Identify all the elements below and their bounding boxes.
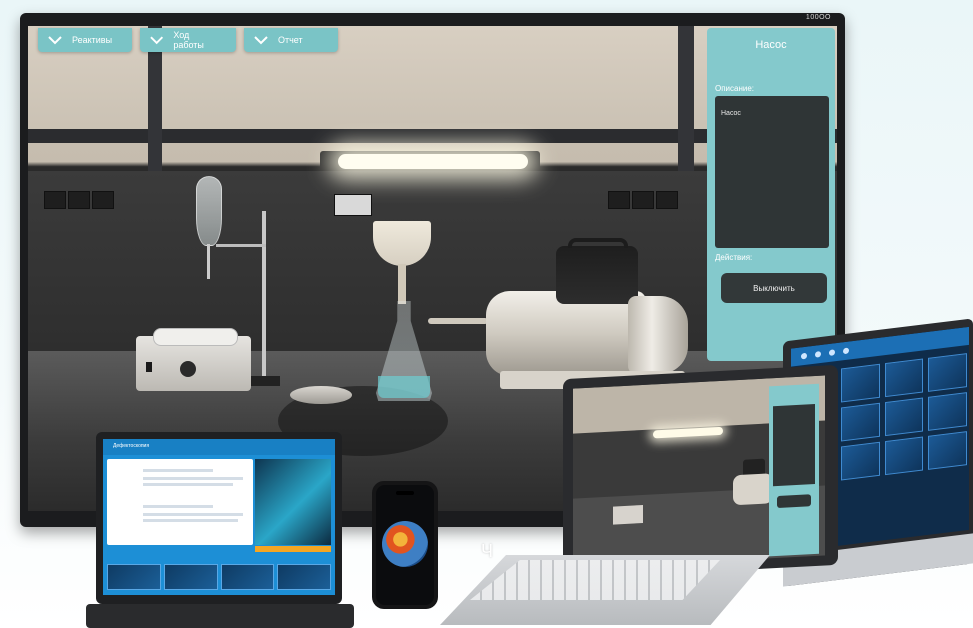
task-card <box>107 459 253 545</box>
description-box: Насос <box>715 96 829 248</box>
card-text-line <box>143 513 243 516</box>
start-button[interactable] <box>255 546 331 552</box>
card-text-line <box>143 519 238 522</box>
panel-title: Насос <box>755 39 787 51</box>
smartphone <box>372 481 438 609</box>
catalog-tile[interactable] <box>928 353 967 392</box>
wall-socket <box>92 191 114 209</box>
wall-socket <box>632 191 654 209</box>
card-text-line <box>143 477 243 480</box>
catalog-tile[interactable] <box>928 431 967 470</box>
stirrer-plate <box>153 328 238 346</box>
magnetic-stirrer[interactable] <box>613 505 643 525</box>
model-strip <box>107 564 331 590</box>
catalog-tile[interactable] <box>884 436 924 476</box>
chevron-down-icon <box>48 35 62 44</box>
tablet-keyboard <box>86 604 354 628</box>
catalog-tile[interactable] <box>840 441 880 481</box>
model-thumbnail[interactable] <box>163 564 218 590</box>
model-thumbnail[interactable] <box>107 564 161 590</box>
reagents-label: Реактивы <box>72 35 113 45</box>
tablet-title: Дефектоскопия <box>113 443 150 449</box>
wall-switch <box>334 194 372 216</box>
stirrer-switch[interactable] <box>146 362 152 372</box>
description-box <box>773 403 815 487</box>
top-toolbar: Реактивы Ход работы Отчет <box>38 28 338 52</box>
earth-layers-model[interactable] <box>382 521 428 567</box>
stand-clamp <box>216 244 266 247</box>
chevron-down-icon <box>254 35 268 44</box>
laptop-lab <box>563 364 838 580</box>
stirrer-knob[interactable] <box>180 361 196 377</box>
filter-icon[interactable] <box>815 350 821 358</box>
tablet-screen: Дефектоскопия <box>103 439 335 595</box>
model-thumbnail[interactable] <box>220 564 275 590</box>
turn-off-button[interactable]: Выключить <box>721 273 827 303</box>
catalog-tile[interactable] <box>840 363 880 403</box>
card-text-line <box>143 483 233 486</box>
tablet: Дефектоскопия <box>96 432 342 604</box>
search-icon[interactable] <box>829 349 835 357</box>
card-text-line <box>143 505 213 508</box>
keyboard-letter: Ч <box>481 541 493 561</box>
model-thumbnail[interactable] <box>277 564 331 590</box>
object-info-panel: Насос Описание: Насос Действия: Выключит… <box>707 28 835 361</box>
wall-socket <box>656 191 678 209</box>
catalog-tile[interactable] <box>884 397 924 437</box>
flask-liquid <box>378 376 430 398</box>
pump-motor <box>628 296 688 374</box>
catalog-tile[interactable] <box>840 402 880 442</box>
chevron-down-icon <box>150 35 164 44</box>
description-label: Описание: <box>715 84 755 93</box>
catalog-tile[interactable] <box>884 358 924 398</box>
turn-off-button[interactable] <box>777 494 811 508</box>
actions-label: Действия: <box>715 253 753 262</box>
wall-socket <box>44 191 66 209</box>
menu-icon[interactable] <box>801 352 807 360</box>
user-icon[interactable] <box>843 347 849 355</box>
object-info-panel <box>769 383 819 557</box>
phone-screen <box>376 485 434 605</box>
turbine-3d-model[interactable] <box>255 459 331 545</box>
lab-stand-base <box>250 376 280 386</box>
reagents-dropdown[interactable]: Реактивы <box>38 28 132 52</box>
pump-handle <box>568 238 628 248</box>
display-brand: 100ОО <box>805 14 831 21</box>
funnel-stem <box>207 244 210 279</box>
workflow-dropdown[interactable]: Ход работы <box>140 28 236 52</box>
workflow-label: Ход работы <box>173 30 204 50</box>
evaporating-dish[interactable] <box>290 386 352 404</box>
wall-socket <box>608 191 630 209</box>
vacuum-hose <box>428 318 488 324</box>
catalog-tile[interactable] <box>928 392 967 431</box>
separatory-funnel[interactable] <box>196 176 222 246</box>
description-text: Насос <box>721 110 741 117</box>
card-text-line <box>143 469 213 472</box>
wall-socket <box>68 191 90 209</box>
lab-stand[interactable] <box>262 211 266 381</box>
phone-notch <box>396 491 414 495</box>
laptop-lab-screen <box>573 375 825 569</box>
vacuum-pump[interactable] <box>733 473 773 506</box>
tablet-topbar: Дефектоскопия <box>103 439 335 455</box>
report-dropdown[interactable]: Отчет <box>244 28 338 52</box>
buchner-stem <box>398 264 406 304</box>
report-label: Отчет <box>278 35 303 45</box>
pump-top <box>556 246 638 304</box>
fluorescent-lamp <box>338 154 528 169</box>
